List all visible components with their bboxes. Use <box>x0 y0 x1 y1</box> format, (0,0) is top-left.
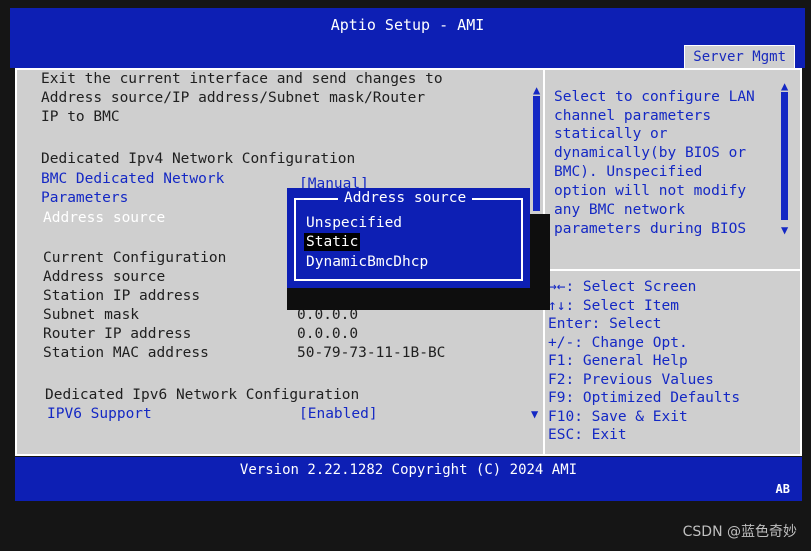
row-subnet-mask-label: Subnet mask <box>43 307 140 323</box>
scroll-down-arrow-icon[interactable]: ▼ <box>531 408 538 420</box>
row-mac-label: Station MAC address <box>43 345 209 361</box>
row-mac-value: 50-79-73-11-1B-BC <box>297 345 446 361</box>
help-scroll-up-arrow-icon[interactable]: ▲ <box>781 80 788 92</box>
ipv6-support-value[interactable]: [Enabled] <box>299 405 378 424</box>
popup-title: Address source <box>338 189 473 207</box>
item-description-line-1: Exit the current interface and send chan… <box>41 71 443 87</box>
window-title: Aptio Setup - AMI <box>10 8 805 42</box>
key-enter-select: Enter: Select <box>548 316 662 332</box>
item-description-line-3: IP to BMC <box>41 109 120 125</box>
item-description-line-2: Address source/IP address/Subnet mask/Ro… <box>41 90 426 106</box>
help-line-7: any BMC network <box>554 202 685 218</box>
key-select-item: ↑↓: Select Item <box>548 298 679 314</box>
row-address-source-label: Address source <box>43 269 166 285</box>
left-scrollbar-thumb[interactable] <box>533 96 540 211</box>
help-scrollbar-thumb[interactable] <box>781 92 788 220</box>
row-router-ip-value: 0.0.0.0 <box>297 326 359 342</box>
ipv6-support-label[interactable]: IPV6 Support <box>47 405 152 424</box>
tab-strip: Server Mgmt <box>10 42 805 69</box>
key-optimized-defaults: F9: Optimized Defaults <box>548 390 741 406</box>
key-change-opt: +/-: Change Opt. <box>548 335 688 351</box>
row-station-ip-label: Station IP address <box>43 288 201 304</box>
footer-version: Version 2.22.1282 Copyright (C) 2024 AMI <box>239 462 578 478</box>
popup-option-static[interactable]: Static <box>304 233 361 251</box>
ipv6-heading: Dedicated Ipv6 Network Configuration <box>45 387 360 403</box>
row-router-ip-label: Router IP address <box>43 326 192 342</box>
scroll-up-arrow-icon[interactable]: ▲ <box>533 84 540 96</box>
address-source-item[interactable]: Address source <box>43 209 165 228</box>
bios-screen: Aptio Setup - AMI Server Mgmt Exit the c… <box>0 0 811 551</box>
address-source-popup[interactable]: Address source Unspecified Static Dynami… <box>287 188 530 288</box>
popup-option-unspecified[interactable]: Unspecified <box>306 214 402 232</box>
ipv4-heading: Dedicated Ipv4 Network Configuration <box>41 151 356 167</box>
key-previous-values: F2: Previous Values <box>548 372 714 388</box>
key-esc-exit: ESC: Exit <box>548 427 627 443</box>
bmc-param-label-1[interactable]: BMC Dedicated Network <box>41 170 224 189</box>
footer-badge: AB <box>775 482 790 496</box>
help-scroll-down-arrow-icon[interactable]: ▼ <box>781 224 788 236</box>
current-config-heading: Current Configuration <box>43 250 227 266</box>
help-line-6: option will not modify <box>554 183 747 199</box>
help-line-5: BMC). Unspecified <box>554 164 703 180</box>
help-line-2: channel parameters <box>554 108 712 124</box>
help-line-8: parameters during BIOS <box>554 221 747 237</box>
key-general-help: F1: General Help <box>548 353 688 369</box>
key-save-exit: F10: Save & Exit <box>548 409 688 425</box>
popup-option-dynamic-bmc-dhcp[interactable]: DynamicBmcDhcp <box>306 253 428 271</box>
panel-divider-horizontal <box>545 269 800 271</box>
help-line-1: Select to configure LAN <box>554 89 755 105</box>
help-line-3: statically or <box>554 126 668 142</box>
key-select-screen: →←: Select Screen <box>548 279 697 295</box>
tab-server-mgmt[interactable]: Server Mgmt <box>684 45 795 69</box>
help-line-4: dynamically(by BIOS or <box>554 145 747 161</box>
bmc-param-label-2[interactable]: Parameters <box>41 189 128 208</box>
footer-bar: Version 2.22.1282 Copyright (C) 2024 AMI… <box>15 457 802 501</box>
watermark: CSDN @蓝色奇妙 <box>682 524 797 540</box>
